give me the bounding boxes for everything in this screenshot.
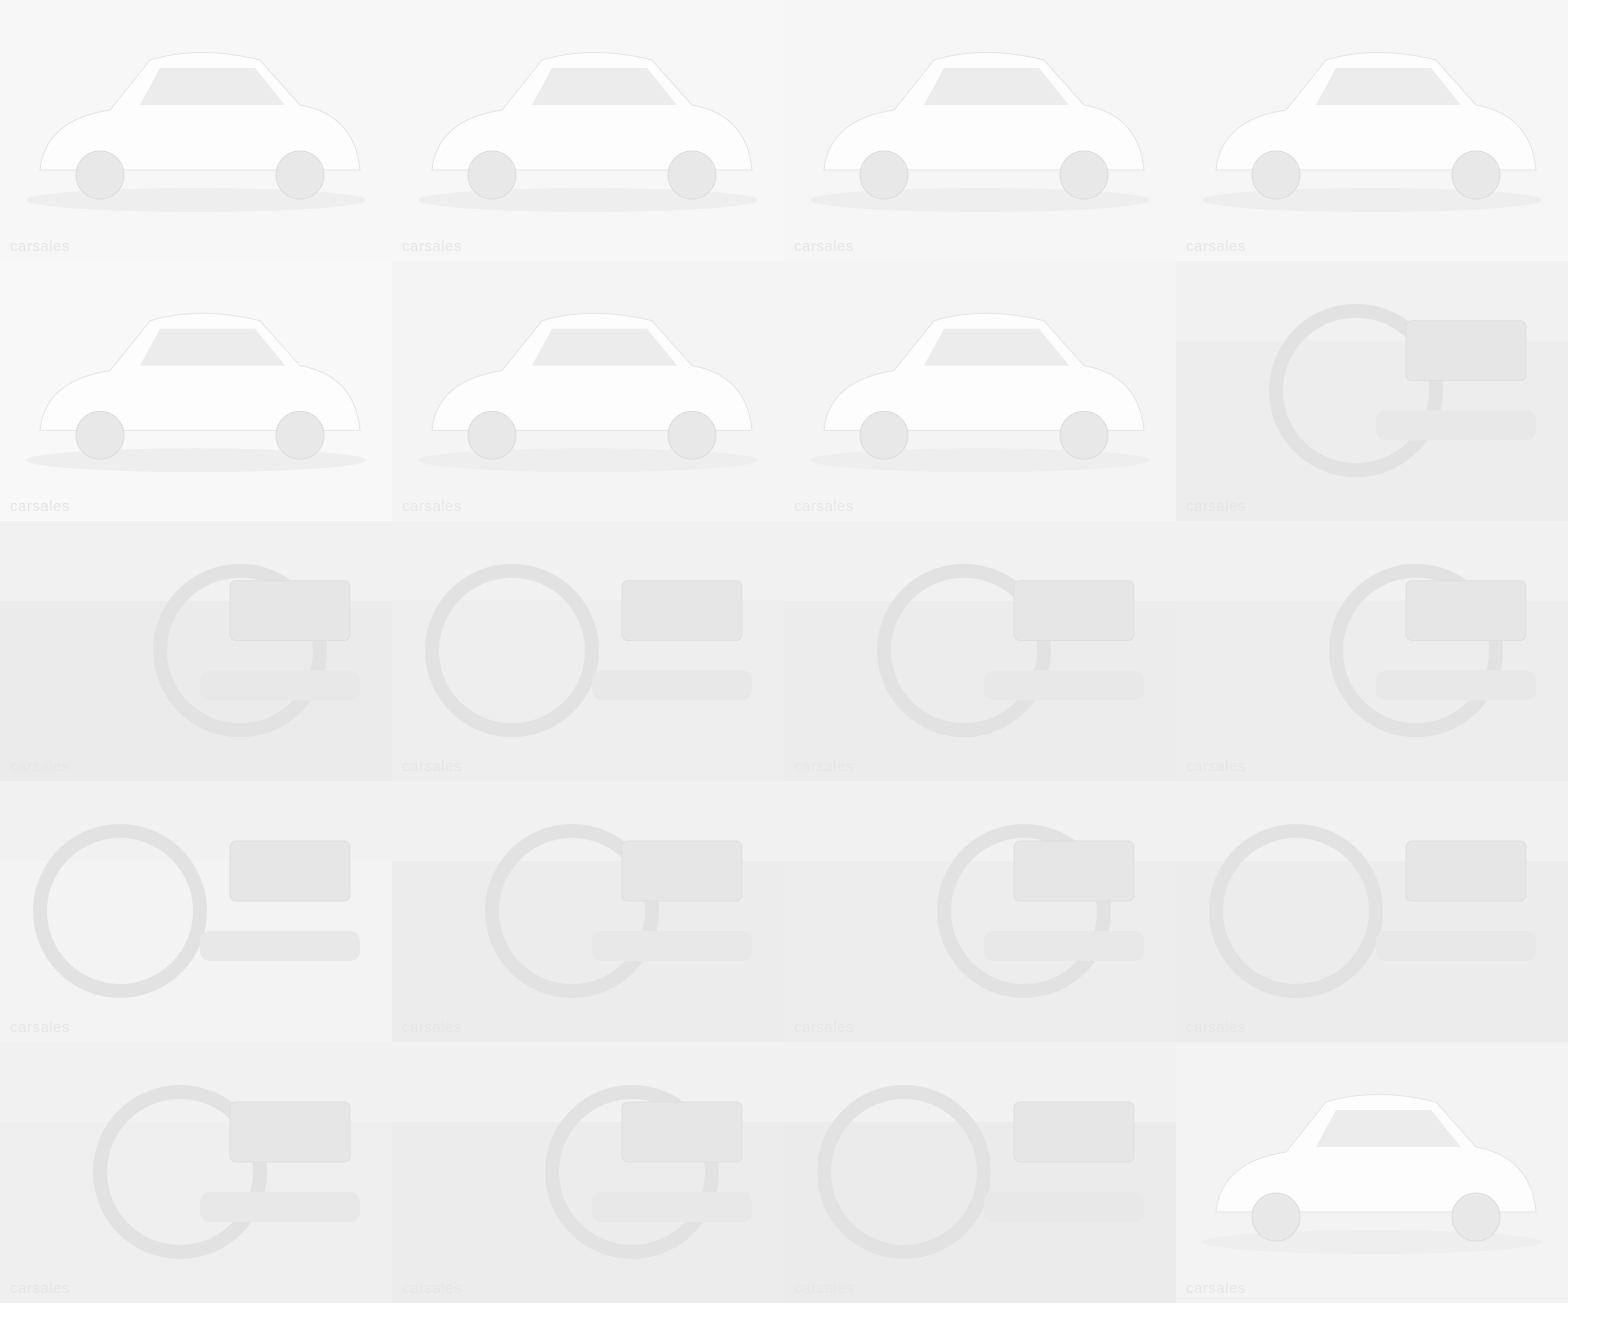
- car-interior-image: [784, 781, 1176, 998]
- gallery-photo-13[interactable]: carsales: [0, 781, 392, 1042]
- carsales-watermark-logo: carsales: [794, 498, 854, 515]
- gallery-photo-8[interactable]: carsales: [1176, 261, 1568, 521]
- car-interior-image: [0, 1042, 392, 1259]
- carsales-watermark-logo: carsales: [402, 498, 462, 515]
- carsales-watermark-logo: carsales: [1186, 1280, 1246, 1297]
- gallery-photo-4[interactable]: carsales: [1176, 0, 1568, 261]
- gallery-photo-9[interactable]: carsales: [0, 521, 392, 781]
- car-exterior-image: [418, 312, 758, 473]
- gallery-photo-17[interactable]: carsales: [0, 1042, 392, 1303]
- gallery-photo-16[interactable]: carsales: [1176, 781, 1568, 1042]
- carsales-watermark-logo: carsales: [1186, 758, 1246, 775]
- car-interior-image: [1176, 521, 1568, 738]
- gallery-photo-6[interactable]: carsales: [392, 261, 784, 521]
- car-exterior-image: [418, 52, 758, 212]
- gallery-photo-3[interactable]: carsales: [784, 0, 1176, 261]
- gallery-photo-14[interactable]: carsales: [392, 781, 784, 1042]
- gallery-photo-11[interactable]: carsales: [784, 521, 1176, 781]
- car-interior-image: [392, 521, 784, 738]
- car-interior-image: [784, 521, 1176, 738]
- carsales-watermark-logo: carsales: [794, 758, 854, 775]
- car-exterior-image: [26, 312, 366, 473]
- carsales-watermark-logo: carsales: [1186, 1019, 1246, 1036]
- car-interior-image: [392, 1042, 784, 1259]
- photo-gallery-grid: carsales carsales carsales carsales carsales…: [0, 0, 1568, 1303]
- carsales-watermark-logo: carsales: [10, 758, 70, 775]
- car-exterior-image: [1202, 52, 1542, 212]
- carsales-watermark-logo: carsales: [10, 498, 70, 515]
- car-interior-image: [784, 1042, 1176, 1259]
- gallery-photo-5[interactable]: carsales: [0, 261, 392, 521]
- gallery-photo-1[interactable]: carsales: [0, 0, 392, 261]
- carsales-watermark-logo: carsales: [794, 1280, 854, 1297]
- carsales-watermark-logo: carsales: [402, 1280, 462, 1297]
- car-exterior-image: [26, 52, 366, 212]
- car-exterior-image: [810, 52, 1150, 212]
- gallery-photo-15[interactable]: carsales: [784, 781, 1176, 1042]
- car-exterior-image: [1202, 1094, 1542, 1254]
- car-interior-image: [0, 781, 392, 998]
- car-interior-image: [1176, 781, 1568, 998]
- gallery-photo-19[interactable]: carsales: [784, 1042, 1176, 1303]
- gallery-photo-10[interactable]: carsales: [392, 521, 784, 781]
- car-interior-image: [0, 521, 392, 738]
- carsales-watermark-logo: carsales: [402, 238, 462, 255]
- carsales-watermark-logo: carsales: [1186, 498, 1246, 515]
- gallery-photo-12[interactable]: carsales: [1176, 521, 1568, 781]
- car-interior-image: [392, 781, 784, 998]
- carsales-watermark-logo: carsales: [402, 1019, 462, 1036]
- carsales-watermark-logo: carsales: [794, 238, 854, 255]
- carsales-watermark-logo: carsales: [1186, 238, 1246, 255]
- carsales-watermark-logo: carsales: [794, 1019, 854, 1036]
- carsales-watermark-logo: carsales: [402, 758, 462, 775]
- gallery-photo-20[interactable]: carsales: [1176, 1042, 1568, 1303]
- gallery-photo-2[interactable]: carsales: [392, 0, 784, 261]
- gallery-photo-18[interactable]: carsales: [392, 1042, 784, 1303]
- carsales-watermark-logo: carsales: [10, 238, 70, 255]
- car-interior-image: [1176, 261, 1568, 478]
- gallery-photo-7[interactable]: carsales: [784, 261, 1176, 521]
- carsales-watermark-logo: carsales: [10, 1280, 70, 1297]
- car-exterior-image: [810, 312, 1150, 473]
- carsales-watermark-logo: carsales: [10, 1019, 70, 1036]
